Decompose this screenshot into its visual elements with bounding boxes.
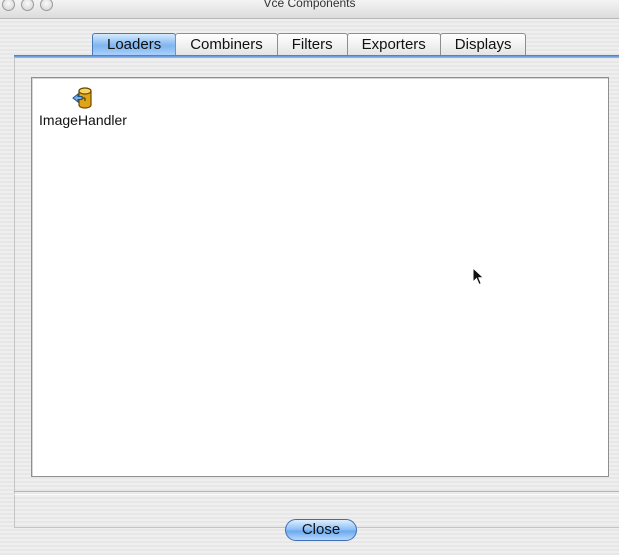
tab-displays[interactable]: Displays bbox=[439, 33, 527, 55]
tab-underline bbox=[14, 55, 619, 58]
title-bar: Vce Components bbox=[0, 0, 619, 19]
tab-bar: Loaders Combiners Filters Exporters Disp… bbox=[92, 33, 527, 55]
component-list-panel: ImageHandler bbox=[31, 77, 609, 477]
close-button[interactable]: Close bbox=[285, 519, 357, 541]
tab-loaders[interactable]: Loaders bbox=[92, 33, 177, 55]
tab-combiners[interactable]: Combiners bbox=[175, 33, 278, 55]
tab-exporters[interactable]: Exporters bbox=[346, 33, 441, 55]
mouse-cursor-icon bbox=[472, 267, 485, 286]
database-loader-icon bbox=[72, 87, 92, 109]
component-label: ImageHandler bbox=[39, 112, 127, 128]
tab-filters[interactable]: Filters bbox=[276, 33, 348, 55]
component-item-imagehandler[interactable]: ImageHandler bbox=[38, 86, 128, 130]
footer-divider bbox=[14, 491, 619, 495]
window-body: Loaders Combiners Filters Exporters Disp… bbox=[0, 19, 619, 555]
window-title: Vce Components bbox=[263, 0, 356, 10]
